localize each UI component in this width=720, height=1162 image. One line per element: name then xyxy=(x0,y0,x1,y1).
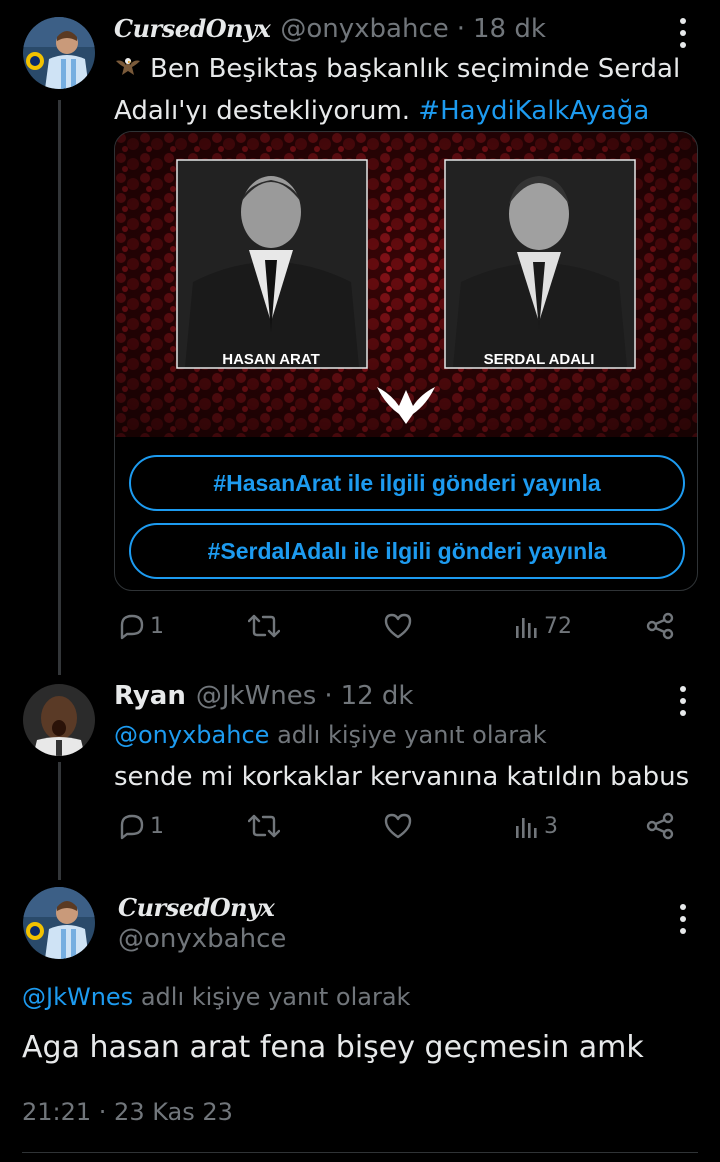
avatar[interactable] xyxy=(23,17,95,89)
tweet-header: CursedOnyx @onyxbahce · 18 dk xyxy=(114,14,546,44)
views-count: 72 xyxy=(544,613,572,639)
share-icon xyxy=(646,612,674,640)
more-icon[interactable] xyxy=(678,18,688,48)
share-icon xyxy=(646,812,674,840)
display-name[interactable]: Ryan xyxy=(114,681,186,711)
reply-to-suffix: adlı kişiye yanıt olarak xyxy=(140,983,411,1011)
eagle-emoji-icon xyxy=(114,54,142,92)
display-name[interactable]: CursedOnyx xyxy=(118,893,275,922)
views-icon xyxy=(516,618,537,638)
tweet-text: sende mi korkaklar kervanına katıldın ba… xyxy=(114,762,690,792)
retweet-icon xyxy=(248,814,280,838)
more-icon[interactable] xyxy=(678,904,688,934)
like-icon xyxy=(384,613,412,639)
poll-card[interactable]: HASAN ARAT SERDAL ADALI #HasanArat ile i… xyxy=(114,131,698,591)
reply-to-handle[interactable]: @JkWnes xyxy=(22,983,133,1011)
share-button[interactable] xyxy=(646,812,674,840)
like-button[interactable] xyxy=(383,612,413,640)
candidate-right-label: SERDAL ADALI xyxy=(484,351,595,368)
tweet-text-line2: Adalı'yı destekliyorum. xyxy=(114,96,411,126)
main-tweet-timestamp[interactable]: 21:21 · 23 Kas 23 xyxy=(22,1098,233,1126)
thread-line xyxy=(58,100,61,675)
avatar[interactable] xyxy=(23,684,95,756)
tweet-text: Ben Beşiktaş başkanlık seçiminde Serdal … xyxy=(114,50,694,130)
separator: · xyxy=(456,14,466,44)
views-button[interactable]: 3 xyxy=(514,812,558,840)
reply-to-handle[interactable]: @onyxbahce xyxy=(114,721,269,749)
reply-icon xyxy=(120,614,144,640)
timestamp[interactable]: 12 dk xyxy=(341,681,414,711)
thread-line xyxy=(58,762,61,880)
share-button[interactable] xyxy=(646,612,674,640)
separator: · xyxy=(324,681,333,711)
tweet-actions: 1 3 xyxy=(114,812,684,852)
candidate-left-label: HASAN ARAT xyxy=(222,351,320,368)
handle[interactable]: @onyxbahce xyxy=(118,924,286,954)
poll-option-serdal-adali[interactable]: #SerdalAdalı ile ilgili gönderi yayınla xyxy=(129,523,685,579)
poll-option-hasan-arat[interactable]: #HasanArat ile ilgili gönderi yayınla xyxy=(129,455,685,511)
tweet-header: Ryan @JkWnes · 12 dk xyxy=(114,681,414,711)
like-button[interactable] xyxy=(383,812,413,840)
tweet-text-line1: Ben Beşiktaş başkanlık seçiminde Serdal xyxy=(150,54,681,84)
card-image: HASAN ARAT SERDAL ADALI xyxy=(115,132,697,437)
tweet-actions: 1 72 xyxy=(114,612,684,652)
views-icon xyxy=(516,818,537,838)
retweet-button[interactable] xyxy=(248,612,280,640)
reply-icon xyxy=(120,814,144,840)
handle[interactable]: @onyxbahce xyxy=(280,14,448,44)
display-name[interactable]: CursedOnyx xyxy=(114,14,271,43)
reply-count: 1 xyxy=(150,613,164,639)
avatar[interactable] xyxy=(23,887,95,959)
retweet-button[interactable] xyxy=(248,812,280,840)
reply-button[interactable]: 1 xyxy=(118,612,164,640)
views-count: 3 xyxy=(544,813,558,839)
reply-to-line: @JkWnes adlı kişiye yanıt olarak xyxy=(22,980,410,1014)
retweet-icon xyxy=(248,614,280,638)
divider xyxy=(22,1152,698,1153)
main-tweet-text: Aga hasan arat fena bişey geçmesin amk xyxy=(22,1030,644,1065)
views-button[interactable]: 72 xyxy=(514,612,572,640)
like-icon xyxy=(384,813,412,839)
reply-to-suffix: adlı kişiye yanıt olarak xyxy=(277,721,547,749)
handle[interactable]: @JkWnes xyxy=(196,681,316,711)
reply-count: 1 xyxy=(150,813,164,839)
reply-button[interactable]: 1 xyxy=(118,812,164,840)
reply-to-line: @onyxbahce adlı kişiye yanıt olarak xyxy=(114,718,547,752)
more-icon[interactable] xyxy=(678,686,688,716)
hashtag-link[interactable]: #HaydiKalkAyağa xyxy=(418,96,649,126)
timestamp[interactable]: 18 dk xyxy=(473,14,546,44)
